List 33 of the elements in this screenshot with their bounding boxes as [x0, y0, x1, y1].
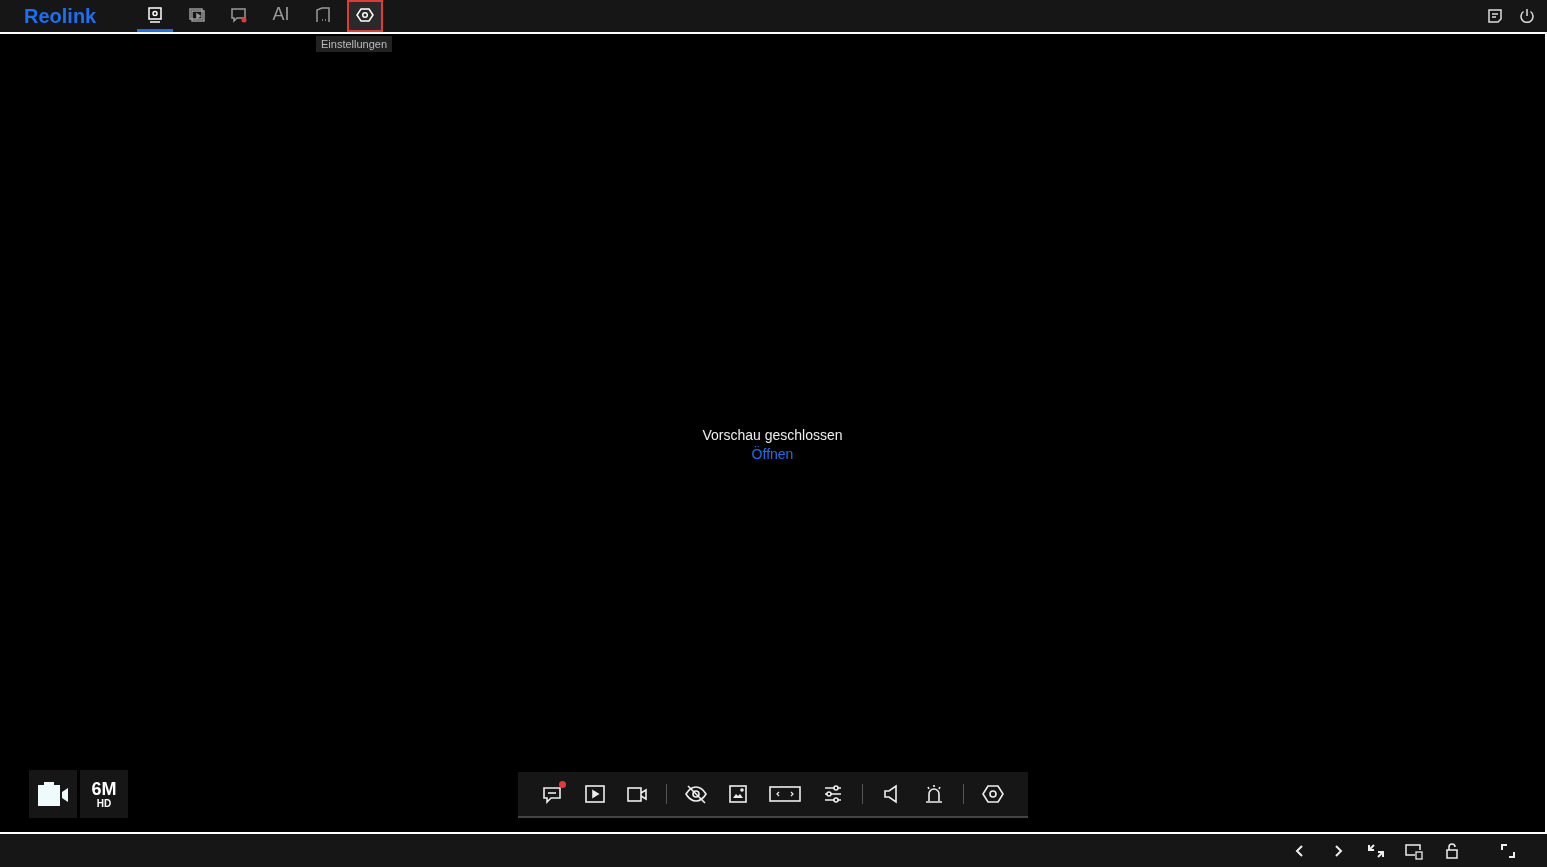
- preview-status: Vorschau geschlossen: [702, 426, 843, 443]
- log-button[interactable]: [1485, 6, 1505, 26]
- open-link[interactable]: Öffnen: [751, 445, 794, 462]
- hidden-eye-icon: [685, 783, 708, 805]
- resolution-label: 6M: [91, 779, 117, 798]
- unlock-icon: [1443, 841, 1461, 860]
- notification-dot: [559, 781, 567, 788]
- quality-label: HD: [96, 797, 112, 809]
- screen-button[interactable]: [1405, 841, 1423, 860]
- screen-icon: [1405, 841, 1423, 860]
- play-icon: [584, 783, 607, 805]
- image-icon: [727, 783, 750, 805]
- monitor-icon: [146, 5, 164, 24]
- message-icon: [230, 5, 248, 24]
- nav-tab[interactable]: [347, 0, 383, 32]
- video-camera-icon: [36, 779, 70, 809]
- tooltip: Einstellungen: [316, 36, 393, 52]
- document-icon: [1487, 8, 1503, 24]
- ai-tab[interactable]: AI: [263, 0, 299, 32]
- power-icon: [1519, 8, 1535, 24]
- power-button[interactable]: [1517, 6, 1537, 26]
- folder-icon: [314, 5, 332, 24]
- fullscreen-icon: [1499, 841, 1517, 860]
- settings-icon: [981, 783, 1004, 805]
- play-window-icon: [188, 5, 206, 24]
- fullscreen-button[interactable]: [1499, 841, 1517, 860]
- settings-icon: [356, 5, 374, 24]
- sync-arrows-icon: [1367, 841, 1385, 860]
- frame-icon: [769, 783, 802, 805]
- logo: Reolink: [24, 4, 98, 28]
- sync-arrows-button[interactable]: [1367, 841, 1385, 860]
- message-button[interactable]: [540, 781, 567, 807]
- unlock-button[interactable]: [1443, 841, 1461, 860]
